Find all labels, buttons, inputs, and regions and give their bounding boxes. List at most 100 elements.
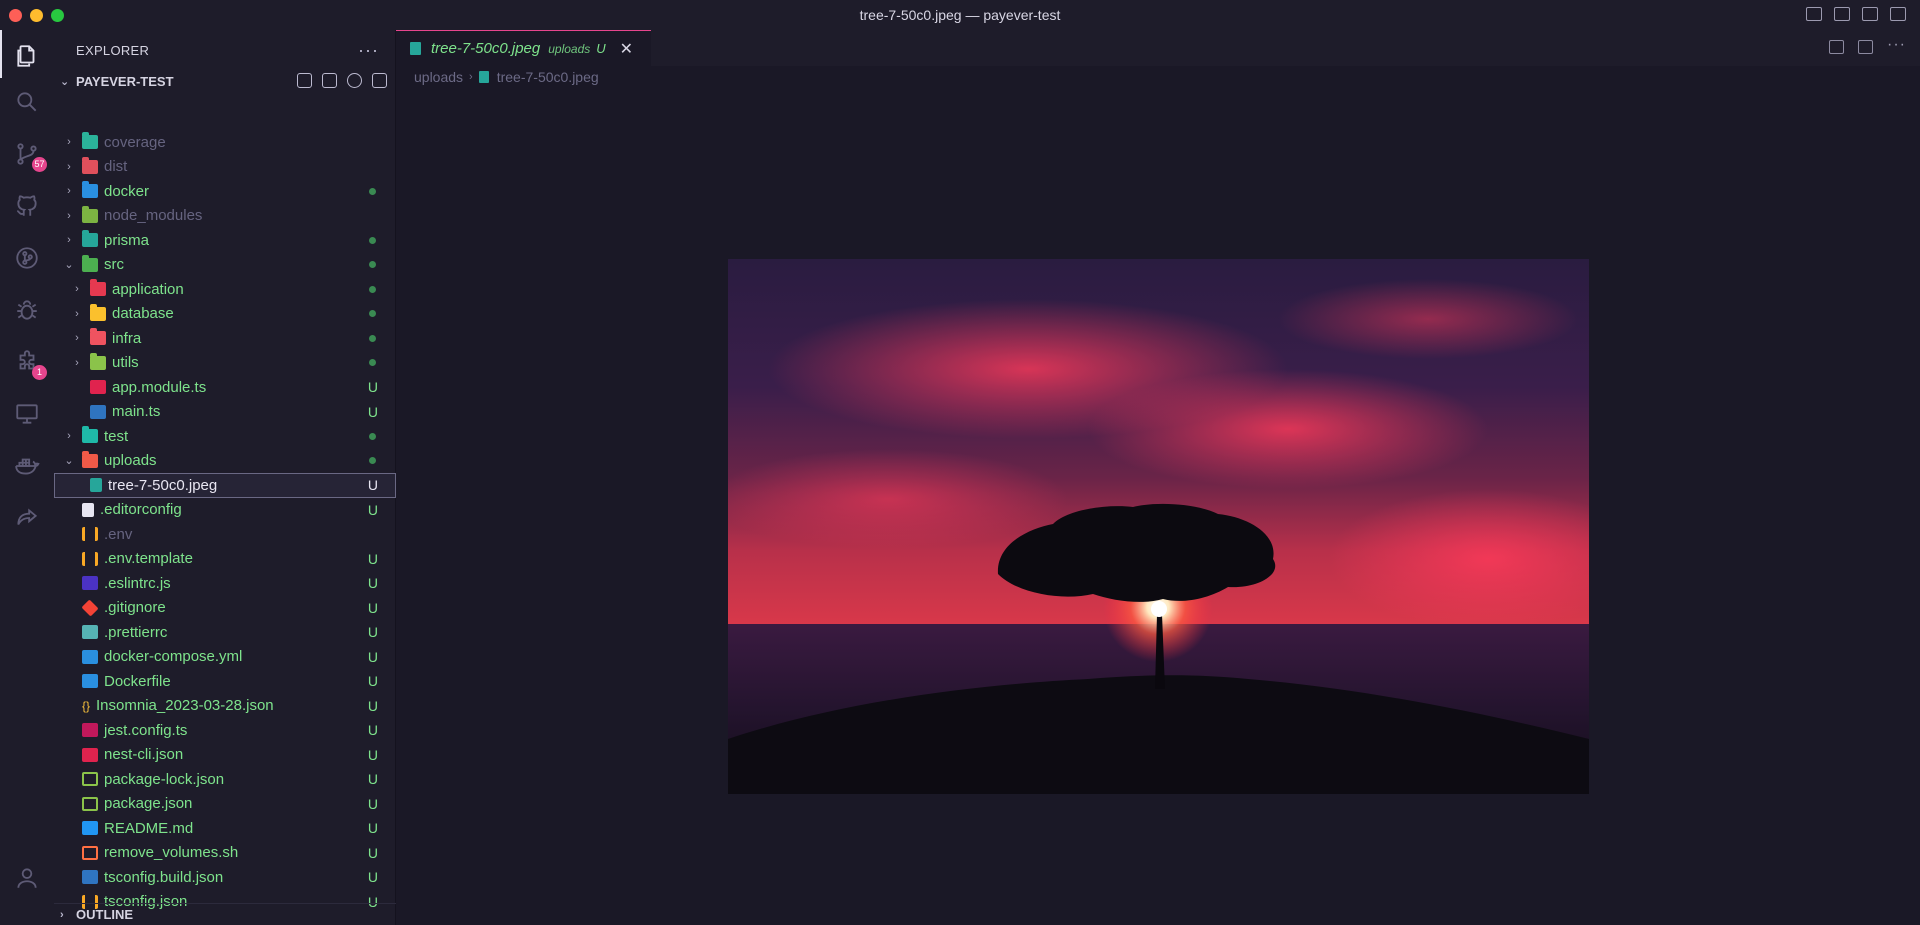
tree-file[interactable]: tsconfig.build.json U	[54, 865, 396, 890]
folder-icon	[90, 303, 106, 321]
collapse-all-icon[interactable]	[372, 73, 387, 88]
git-status-badge: U	[367, 844, 378, 861]
file-tree: › coverage › dist › docker › node_modules › prism…	[54, 130, 396, 914]
breadcrumb-file[interactable]: tree-7-50c0.jpeg	[497, 69, 599, 85]
tree-item-label: uploads	[104, 452, 157, 470]
tree-folder[interactable]: › node_modules	[54, 204, 396, 229]
live-share-icon[interactable]	[13, 504, 41, 532]
modified-indicator	[369, 310, 376, 318]
debug-icon[interactable]	[13, 296, 41, 324]
tree-file[interactable]: main.ts U	[54, 400, 396, 425]
tree-file[interactable]: remove_volumes.sh U	[54, 841, 396, 866]
image-preview[interactable]	[728, 259, 1589, 794]
tree-file[interactable]: nest-cli.json U	[54, 743, 396, 768]
tree-file[interactable]: README.md U	[54, 816, 396, 841]
tree-folder[interactable]: › infra	[54, 326, 396, 351]
modified-indicator	[369, 457, 376, 465]
tree-item-label: package-lock.json	[104, 770, 225, 788]
tree-file[interactable]: .prettierrc U	[54, 620, 396, 645]
file-icon	[90, 478, 102, 493]
tree-file[interactable]: app.module.ts U	[54, 375, 396, 400]
window-title: tree-7-50c0.jpeg — payever-test	[859, 7, 1061, 23]
github-icon[interactable]	[13, 192, 41, 220]
tree-folder[interactable]: ⌄ src	[54, 253, 396, 278]
new-folder-icon[interactable]	[322, 73, 337, 88]
explorer-header: EXPLORER	[54, 30, 395, 70]
close-tab-icon[interactable]: ✕	[620, 39, 633, 59]
tree-folder[interactable]: › prisma	[54, 228, 396, 253]
tree-file[interactable]: {} Insomnia_2023-03-28.json U	[54, 694, 396, 719]
file-icon	[82, 723, 98, 738]
file-icon	[82, 772, 98, 787]
tree-file[interactable]: package.json U	[54, 792, 396, 817]
toggle-primary-sidebar-icon[interactable]	[1806, 7, 1822, 21]
tree-file[interactable]: tree-7-50c0.jpeg U	[54, 473, 396, 498]
tree-item-label: remove_volumes.sh	[104, 844, 239, 862]
source-control-badge: 57	[32, 157, 47, 172]
breadcrumb-folder[interactable]: uploads	[414, 69, 463, 85]
explorer-icon[interactable]	[13, 42, 41, 70]
git-status-badge: U	[367, 869, 378, 886]
modified-indicator	[369, 261, 376, 269]
account-icon[interactable]	[13, 864, 41, 892]
file-icon	[82, 649, 98, 664]
chevron-right-icon: ›	[75, 307, 79, 320]
tree-file[interactable]: Dockerfile U	[54, 669, 396, 694]
tree-item-label: docker	[104, 182, 150, 200]
tree-folder[interactable]: › docker	[54, 179, 396, 204]
tree-folder[interactable]: ⌄ uploads	[54, 449, 396, 474]
split-editor-icon[interactable]	[1858, 40, 1874, 54]
git-status-badge: U	[367, 648, 378, 665]
remote-explorer-icon[interactable]	[13, 400, 41, 428]
tree-file[interactable]: .editorconfig U	[54, 498, 396, 523]
active-indicator	[0, 30, 2, 78]
tree-folder[interactable]: › test	[54, 424, 396, 449]
folder-icon	[82, 205, 98, 223]
new-file-icon[interactable]	[297, 73, 312, 88]
git-status-badge: U	[367, 722, 378, 739]
chevron-right-icon: ›	[67, 209, 71, 222]
tree-item-label: dist	[104, 158, 128, 176]
outline-section-header[interactable]: › OUTLINE	[54, 903, 396, 925]
customize-layout-icon[interactable]	[1890, 7, 1906, 21]
tree-folder[interactable]: › coverage	[54, 130, 396, 155]
file-icon	[82, 527, 98, 542]
source-control-icon[interactable]: 57	[13, 140, 47, 172]
tree-item-label: tree-7-50c0.jpeg	[108, 476, 218, 494]
git-graph-icon[interactable]	[13, 244, 41, 272]
modified-indicator	[369, 334, 376, 342]
docker-icon[interactable]	[13, 452, 41, 480]
tree-file[interactable]: .env.template U	[54, 547, 396, 572]
tree-item-label: app.module.ts	[112, 378, 207, 396]
tree-file[interactable]: jest.config.ts U	[54, 718, 396, 743]
file-icon	[82, 796, 98, 811]
tree-item-label: main.ts	[112, 403, 161, 421]
more-actions-icon[interactable]: ···	[358, 40, 379, 61]
file-icon	[82, 576, 98, 591]
file-icon	[82, 551, 98, 566]
open-changes-icon[interactable]	[1829, 40, 1845, 54]
search-icon[interactable]	[13, 88, 41, 116]
tab-tree-image[interactable]: tree-7-50c0.jpeg uploads U ✕	[396, 30, 651, 66]
tab-description: uploads	[548, 41, 591, 56]
toggle-panel-icon[interactable]	[1834, 7, 1850, 21]
folder-icon	[82, 156, 98, 174]
tree-file[interactable]: package-lock.json U	[54, 767, 396, 792]
tree-folder[interactable]: › utils	[54, 351, 396, 376]
extensions-icon[interactable]: 1	[13, 348, 47, 380]
refresh-icon[interactable]	[347, 73, 362, 88]
tree-file[interactable]: .eslintrc.js U	[54, 571, 396, 596]
more-actions-icon[interactable]: ···	[1887, 37, 1906, 54]
file-icon	[82, 845, 98, 860]
file-icon	[82, 747, 98, 762]
tree-file[interactable]: docker-compose.yml U	[54, 645, 396, 670]
tree-file[interactable]: .gitignore U	[54, 596, 396, 621]
tree-folder[interactable]: › application	[54, 277, 396, 302]
sunset-tree-image	[728, 259, 1589, 794]
tree-item-label: prisma	[104, 231, 150, 249]
tree-file[interactable]: .env	[54, 522, 396, 547]
toggle-secondary-sidebar-icon[interactable]	[1862, 7, 1878, 21]
file-icon	[82, 625, 98, 640]
tree-folder[interactable]: › dist	[54, 155, 396, 180]
tree-folder[interactable]: › database	[54, 302, 396, 327]
